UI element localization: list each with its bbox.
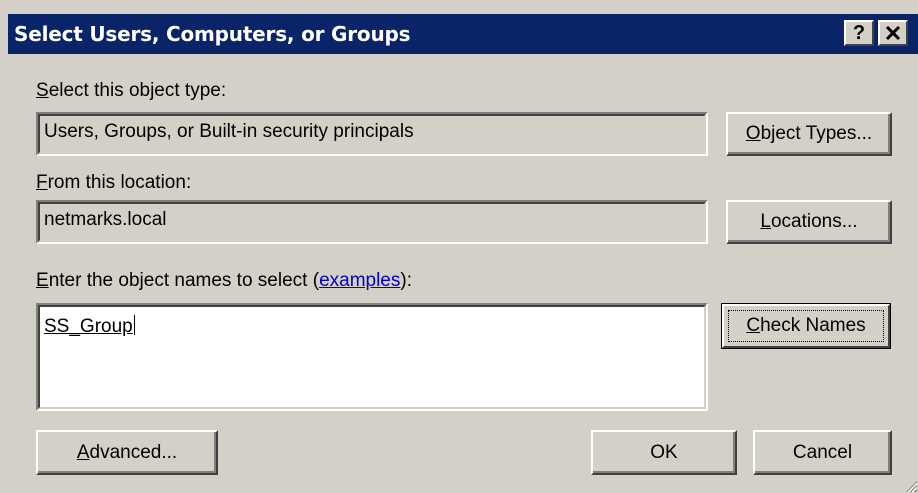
text-caret	[133, 315, 135, 335]
select-users-dialog: Select Users, Computers, or Groups ? Sel…	[0, 0, 918, 493]
object-types-button[interactable]: Object Types...	[726, 112, 892, 156]
object-names-label: Enter the object names to select (exampl…	[36, 270, 412, 291]
object-type-field: Users, Groups, or Built-in security prin…	[36, 112, 708, 156]
locations-button[interactable]: Locations...	[726, 200, 892, 244]
cancel-button-label: Cancel	[792, 441, 853, 463]
check-names-button[interactable]: Check Names	[721, 303, 891, 349]
location-field: netmarks.local	[36, 200, 708, 244]
object-type-value: Users, Groups, or Built-in security prin…	[38, 114, 706, 154]
advanced-button-label: Advanced...	[76, 441, 178, 463]
object-names-input[interactable]: SS_Group	[36, 303, 708, 411]
examples-link[interactable]: examples	[319, 270, 400, 291]
resize-grip-icon[interactable]	[904, 479, 918, 493]
advanced-button[interactable]: Advanced...	[36, 430, 218, 475]
locations-button-label: Locations...	[760, 211, 858, 232]
object-type-label: Select this object type:	[36, 80, 227, 101]
ok-button-label: OK	[650, 441, 678, 463]
cancel-button[interactable]: Cancel	[753, 430, 892, 475]
window-title: Select Users, Computers, or Groups	[14, 22, 411, 46]
ok-button[interactable]: OK	[591, 430, 737, 475]
check-names-button-label: Check Names	[746, 315, 866, 336]
object-names-value: SS_Group	[44, 316, 133, 337]
location-label: From this location:	[36, 172, 192, 193]
help-icon[interactable]: ?	[844, 20, 874, 46]
close-icon[interactable]	[878, 20, 908, 46]
object-types-button-label: Object Types...	[745, 123, 873, 144]
location-value: netmarks.local	[38, 202, 706, 242]
title-bar[interactable]: Select Users, Computers, or Groups ?	[8, 14, 918, 54]
